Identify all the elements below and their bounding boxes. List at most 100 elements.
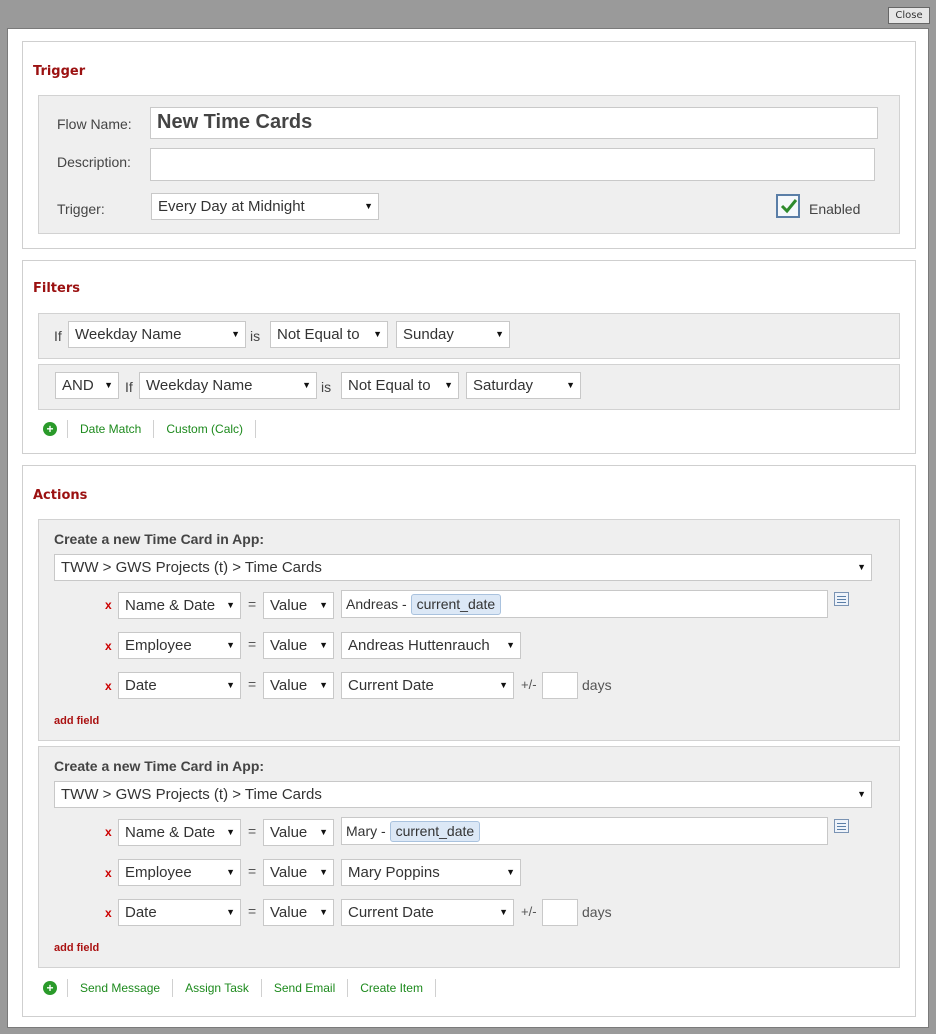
remove-field-button[interactable]: x: [105, 866, 112, 880]
name-date-text-input[interactable]: Mary - current_date: [341, 817, 828, 845]
field-select[interactable]: Employee ▼: [118, 859, 241, 886]
chevron-down-icon: ▼: [373, 329, 382, 339]
chevron-down-icon: ▼: [495, 329, 504, 339]
dialog: Trigger Flow Name: New Time Cards Descri…: [7, 28, 929, 1028]
chevron-down-icon: ▼: [319, 640, 328, 650]
add-field-link[interactable]: add field: [54, 715, 99, 727]
send-message-link[interactable]: Send Message: [67, 979, 172, 997]
current-date-token[interactable]: current_date: [410, 594, 502, 615]
chevron-down-icon: ▼: [857, 789, 866, 799]
date-match-link[interactable]: Date Match: [67, 420, 153, 438]
description-field[interactable]: [150, 148, 875, 181]
current-date-token[interactable]: current_date: [389, 821, 481, 842]
field-select-value: Employee: [125, 864, 192, 881]
field-select[interactable]: Employee ▼: [118, 632, 241, 659]
equals-sign: =: [248, 636, 257, 652]
chevron-down-icon: ▼: [319, 680, 328, 690]
flow-name-label: Flow Name:: [57, 116, 132, 132]
chevron-down-icon: ▼: [226, 600, 235, 610]
filter-field-select[interactable]: Weekday Name ▼: [139, 372, 317, 399]
trigger-section: Trigger Flow Name: New Time Cards Descri…: [22, 41, 916, 249]
date-value-select[interactable]: Current Date ▼: [341, 672, 514, 699]
filter-value-select[interactable]: Saturday ▼: [466, 372, 581, 399]
close-button[interactable]: Close: [888, 7, 930, 24]
custom-calc-link[interactable]: Custom (Calc): [153, 420, 257, 438]
field-select-value: Name & Date: [125, 597, 216, 614]
filter-field-select[interactable]: Weekday Name ▼: [68, 321, 246, 348]
mode-select[interactable]: Value ▼: [263, 899, 334, 926]
field-select-value: Employee: [125, 637, 192, 654]
app-path-value: TWW > GWS Projects (t) > Time Cards: [61, 786, 322, 803]
field-list-icon[interactable]: [834, 819, 849, 833]
filter-if-label: If: [125, 379, 133, 395]
filters-section: Filters If Weekday Name ▼ is Not Equal to…: [22, 260, 916, 454]
create-item-link[interactable]: Create Item: [347, 979, 436, 997]
filter-operator-select[interactable]: Not Equal to ▼: [270, 321, 388, 348]
employee-value: Andreas Huttenrauch: [348, 637, 490, 654]
filter-operator-select[interactable]: Not Equal to ▼: [341, 372, 459, 399]
action-heading: Create a new Time Card in App:: [54, 531, 265, 547]
enabled-checkbox[interactable]: [776, 194, 800, 218]
filter-if-label: If: [54, 328, 62, 344]
name-date-text-input[interactable]: Andreas - current_date: [341, 590, 828, 618]
chevron-down-icon: ▼: [231, 329, 240, 339]
days-offset-input[interactable]: [542, 672, 578, 699]
plus-circle-icon[interactable]: +: [43, 422, 57, 436]
mode-select[interactable]: Value ▼: [263, 859, 334, 886]
mode-select[interactable]: Value ▼: [263, 672, 334, 699]
add-field-link[interactable]: add field: [54, 942, 99, 954]
date-value: Current Date: [348, 904, 434, 921]
date-value: Current Date: [348, 677, 434, 694]
chevron-down-icon: ▼: [857, 562, 866, 572]
remove-field-button[interactable]: x: [105, 679, 112, 693]
app-path-select[interactable]: TWW > GWS Projects (t) > Time Cards ▼: [54, 781, 872, 808]
send-email-link[interactable]: Send Email: [260, 979, 347, 997]
mode-select[interactable]: Value ▼: [263, 819, 334, 846]
app-path-value: TWW > GWS Projects (t) > Time Cards: [61, 559, 322, 576]
remove-field-button[interactable]: x: [105, 825, 112, 839]
remove-field-button[interactable]: x: [105, 906, 112, 920]
field-select[interactable]: Name & Date ▼: [118, 592, 241, 619]
mode-select[interactable]: Value ▼: [263, 632, 334, 659]
filters-title: Filters: [33, 281, 80, 296]
days-offset-input[interactable]: [542, 899, 578, 926]
filter-row: If Weekday Name ▼ is Not Equal to ▼ Sunday…: [38, 313, 900, 359]
filter-row: AND ▼ If Weekday Name ▼ is Not Equal to ▼ S…: [38, 364, 900, 410]
app-path-select[interactable]: TWW > GWS Projects (t) > Time Cards ▼: [54, 554, 872, 581]
field-list-icon[interactable]: [834, 592, 849, 606]
filter-conjunction-select[interactable]: AND ▼: [55, 372, 119, 399]
chevron-down-icon: ▼: [319, 600, 328, 610]
field-select[interactable]: Date ▼: [118, 899, 241, 926]
text-prefix: Mary -: [346, 823, 386, 839]
trigger-label: Trigger:: [57, 201, 105, 217]
remove-field-button[interactable]: x: [105, 639, 112, 653]
plus-minus-label: +/-: [521, 904, 537, 919]
employee-value-select[interactable]: Mary Poppins ▼: [341, 859, 521, 886]
remove-field-button[interactable]: x: [105, 598, 112, 612]
trigger-select[interactable]: Every Day at Midnight ▼: [151, 193, 379, 220]
chevron-down-icon: ▼: [104, 380, 113, 390]
plus-minus-label: +/-: [521, 677, 537, 692]
filter-add-links: + Date Match Custom (Calc): [43, 419, 257, 439]
filter-conjunction-value: AND: [62, 377, 94, 394]
field-select[interactable]: Date ▼: [118, 672, 241, 699]
filter-field-value: Weekday Name: [146, 377, 253, 394]
date-value-select[interactable]: Current Date ▼: [341, 899, 514, 926]
mode-select[interactable]: Value ▼: [263, 592, 334, 619]
plus-circle-icon[interactable]: +: [43, 981, 57, 995]
chevron-down-icon: ▼: [319, 827, 328, 837]
equals-sign: =: [248, 903, 257, 919]
filter-is-label: is: [250, 328, 261, 344]
text-prefix: Andreas -: [346, 596, 407, 612]
filter-value-select[interactable]: Sunday ▼: [396, 321, 510, 348]
filter-field-value: Weekday Name: [75, 326, 182, 343]
flow-name-input[interactable]: New Time Cards: [150, 107, 878, 139]
chevron-down-icon: ▼: [226, 680, 235, 690]
description-label: Description:: [57, 154, 131, 170]
trigger-title: Trigger: [33, 64, 86, 79]
employee-value-select[interactable]: Andreas Huttenrauch ▼: [341, 632, 521, 659]
assign-task-link[interactable]: Assign Task: [172, 979, 261, 997]
action-panel: Create a new Time Card in App: TWW > GWS…: [38, 746, 900, 968]
field-select[interactable]: Name & Date ▼: [118, 819, 241, 846]
chevron-down-icon: ▼: [499, 680, 508, 690]
